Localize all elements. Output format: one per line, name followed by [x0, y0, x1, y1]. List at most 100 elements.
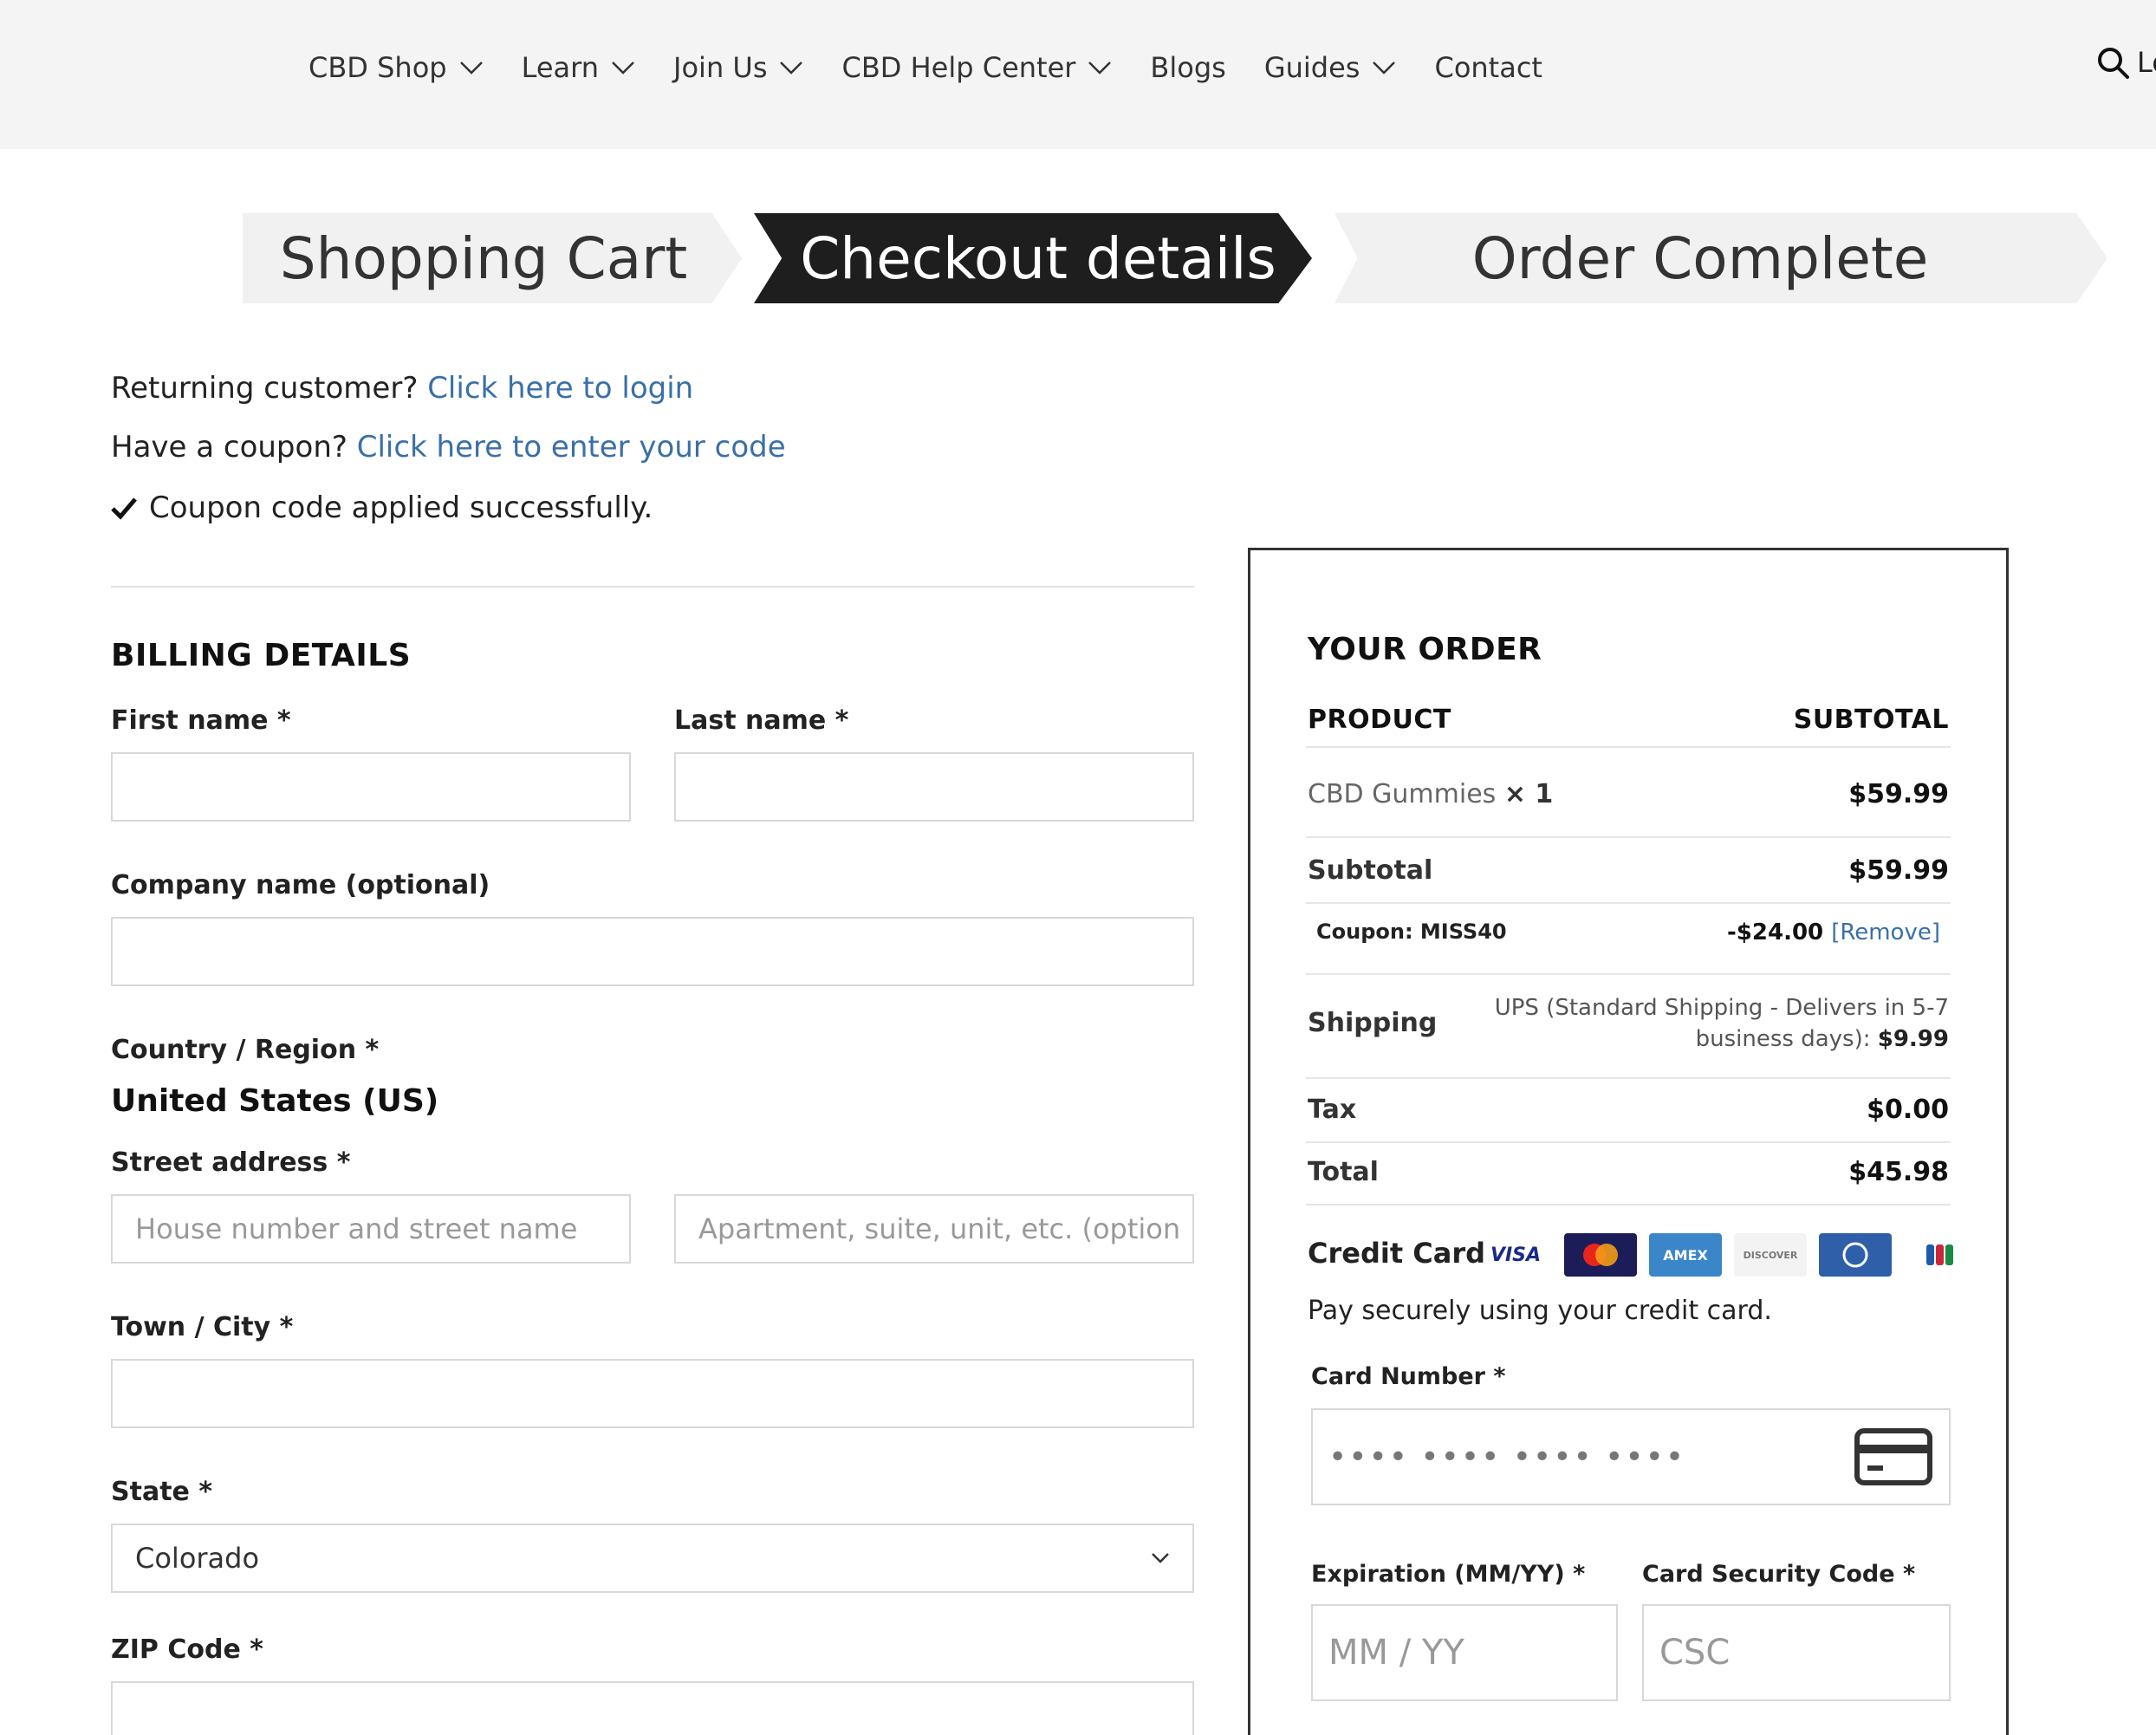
- last-name-field[interactable]: [674, 752, 1194, 822]
- shipping-price: $9.99: [1877, 1026, 1949, 1052]
- jcb-icon: [1904, 1233, 1977, 1277]
- nav-item-label: Blogs: [1150, 51, 1226, 84]
- order-summary-box: YOUR ORDER PRODUCT SUBTOTAL CBD Gummies …: [1248, 548, 2009, 1735]
- nav-item-blogs[interactable]: Blogs: [1150, 51, 1225, 84]
- subtotal-label: Subtotal: [1308, 855, 1433, 886]
- card-number-field[interactable]: •••• •••• •••• ••••: [1311, 1408, 1951, 1505]
- nav-item-learn[interactable]: Learn: [522, 51, 635, 84]
- chevron-down-icon: [1088, 62, 1112, 75]
- checkmark-icon: [111, 497, 137, 520]
- search-button[interactable]: Lo: [2095, 45, 2156, 80]
- success-text: Coupon code applied successfully.: [149, 491, 653, 525]
- expiration-field[interactable]: MM / YY: [1311, 1604, 1618, 1701]
- town-city-field[interactable]: [111, 1359, 1194, 1428]
- diners-club-icon: [1819, 1233, 1892, 1277]
- coupon-discount: -$24.00 [Remove]: [1727, 919, 1940, 945]
- company-name-label: Company name (optional): [111, 870, 490, 900]
- country-value: United States (US): [111, 1083, 439, 1119]
- card-number-label: Card Number *: [1311, 1363, 1506, 1390]
- step-shopping-cart[interactable]: Shopping Cart: [243, 213, 742, 303]
- nav-item-label: Guides: [1263, 51, 1360, 84]
- coupon-notice: Have a coupon? Click here to enter your …: [111, 430, 786, 465]
- amex-icon: AMEX: [1649, 1233, 1722, 1277]
- state-label: State *: [111, 1477, 213, 1507]
- placeholder-text: MM / YY: [1328, 1633, 1464, 1673]
- street-address-label: Street address *: [111, 1147, 351, 1178]
- country-label: Country / Region *: [111, 1035, 380, 1065]
- step-order-complete: Order Complete: [1335, 213, 2107, 303]
- nav-item-label: CBD Help Center: [841, 51, 1076, 84]
- nav-item-label: Contact: [1434, 51, 1542, 84]
- expiration-label: Expiration (MM/YY) *: [1311, 1561, 1586, 1588]
- security-code-field[interactable]: CSC: [1642, 1604, 1951, 1701]
- login-link[interactable]: Click here to login: [427, 371, 693, 406]
- your-order-heading: YOUR ORDER: [1308, 632, 1542, 667]
- total-value: $45.98: [1848, 1157, 1949, 1187]
- top-navigation-bar: CBD Shop Learn Join Us CBD Help Center B…: [0, 0, 2156, 149]
- product-quantity: × 1: [1503, 779, 1554, 809]
- step-checkout-details: Checkout details: [754, 213, 1312, 303]
- row-divider: [1306, 1141, 1951, 1143]
- placeholder-text: House number and street name: [135, 1212, 578, 1245]
- coupon-success-message: Coupon code applied successfully.: [111, 491, 653, 525]
- enter-coupon-link[interactable]: Click here to enter your code: [357, 430, 786, 465]
- accepted-cards: VISA AMEX DISCOVER: [1479, 1233, 1977, 1277]
- coupon-amount: -$24.00: [1727, 919, 1824, 945]
- notice-text: Returning customer?: [111, 371, 419, 406]
- placeholder-text: •••• •••• •••• ••••: [1328, 1439, 1686, 1475]
- chevron-down-icon: [1373, 62, 1396, 75]
- nav-item-label: Join Us: [673, 51, 768, 84]
- nav-item-guides[interactable]: Guides: [1264, 51, 1397, 84]
- step-label: Checkout details: [800, 224, 1276, 292]
- shipping-label: Shipping: [1308, 1008, 1438, 1038]
- account-link-partial[interactable]: Lo: [2137, 46, 2156, 79]
- company-name-field[interactable]: [111, 917, 1194, 986]
- nav-item-label: CBD Shop: [308, 51, 447, 84]
- apartment-field[interactable]: Apartment, suite, unit, etc. (option: [674, 1194, 1194, 1264]
- row-divider: [1306, 836, 1951, 838]
- step-label: Shopping Cart: [279, 224, 688, 292]
- product-row: CBD Gummies × 1: [1308, 779, 1553, 809]
- shipping-method: UPS (Standard Shipping - Delivers in 5-7…: [1464, 992, 1949, 1055]
- billing-details-heading: BILLING DETAILS: [111, 638, 412, 673]
- credit-card-icon: [1854, 1428, 1932, 1485]
- returning-customer-notice: Returning customer? Click here to login: [111, 371, 693, 406]
- visa-icon: VISA: [1490, 1244, 1542, 1266]
- product-column-header: PRODUCT: [1308, 705, 1451, 735]
- town-city-label: Town / City *: [111, 1312, 294, 1342]
- nav-item-cbd-help-center[interactable]: CBD Help Center: [841, 51, 1112, 84]
- security-code-label: Card Security Code *: [1642, 1561, 1916, 1588]
- row-divider: [1306, 746, 1951, 748]
- nav-item-contact[interactable]: Contact: [1434, 51, 1542, 84]
- subtotal-value: $59.99: [1848, 855, 1949, 886]
- step-label: Order Complete: [1471, 224, 1929, 292]
- chevron-down-icon: [780, 62, 803, 75]
- shipping-line: UPS (Standard Shipping - Delivers in 5-7: [1494, 995, 1949, 1021]
- chevron-down-icon: [1152, 1553, 1169, 1563]
- state-select[interactable]: Colorado: [111, 1524, 1194, 1593]
- shipping-line: business days):: [1695, 1026, 1871, 1052]
- subtotal-column-header: SUBTOTAL: [1793, 705, 1949, 735]
- tax-label: Tax: [1308, 1095, 1357, 1125]
- nav-item-cbd-shop[interactable]: CBD Shop: [308, 51, 484, 84]
- row-divider: [1306, 1077, 1951, 1079]
- zip-code-label: ZIP Code *: [111, 1634, 263, 1665]
- discover-icon: DISCOVER: [1734, 1233, 1807, 1277]
- chevron-down-icon: [612, 62, 634, 75]
- placeholder-text: CSC: [1659, 1633, 1731, 1673]
- payment-method-credit-card[interactable]: Credit Card: [1308, 1237, 1485, 1270]
- street-address-field[interactable]: House number and street name: [111, 1194, 631, 1264]
- notice-text: Have a coupon?: [111, 430, 347, 465]
- first-name-field[interactable]: [111, 752, 631, 822]
- nav-item-join-us[interactable]: Join Us: [673, 51, 803, 84]
- first-name-label: First name *: [111, 705, 291, 736]
- zip-code-field[interactable]: [111, 1681, 1194, 1735]
- nav-item-label: Learn: [521, 51, 600, 84]
- row-divider: [1306, 902, 1951, 904]
- chevron-down-icon: [459, 62, 483, 75]
- remove-coupon-link[interactable]: [Remove]: [1831, 919, 1940, 945]
- mastercard-icon: [1564, 1233, 1637, 1277]
- tax-value: $0.00: [1867, 1095, 1949, 1125]
- last-name-label: Last name *: [674, 705, 849, 736]
- product-name: CBD Gummies: [1308, 779, 1497, 809]
